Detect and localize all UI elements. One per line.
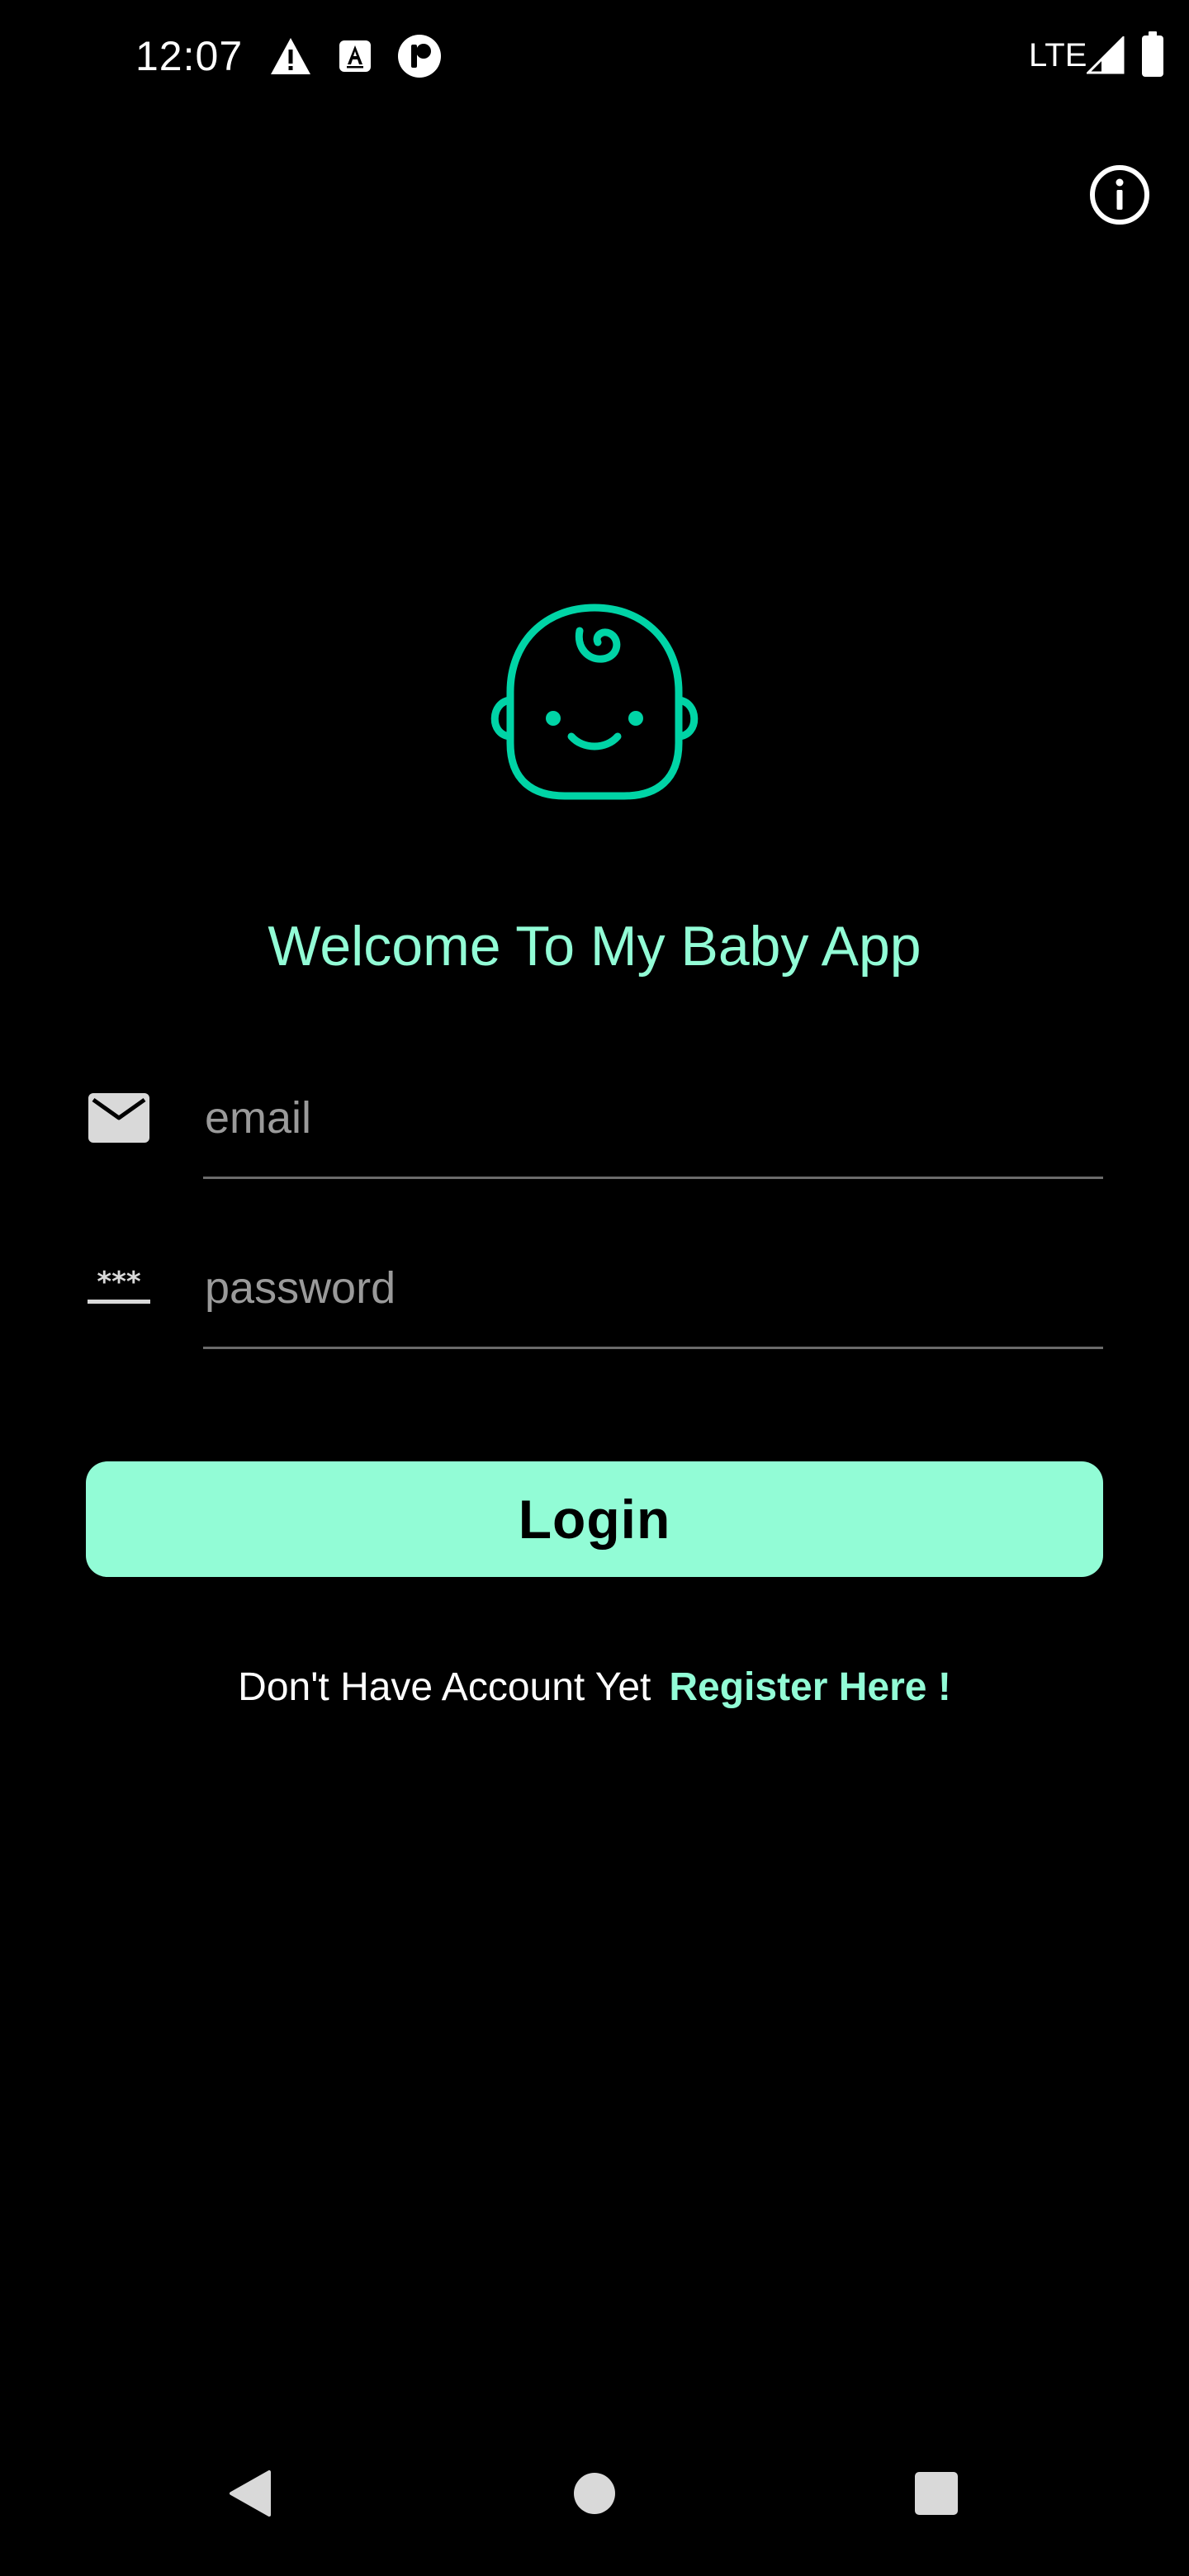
svg-text:***: *** — [97, 1270, 141, 1299]
info-button[interactable] — [1087, 162, 1153, 228]
login-button[interactable]: Login — [86, 1461, 1103, 1577]
email-input[interactable] — [203, 1065, 1103, 1179]
password-icon: *** — [86, 1255, 152, 1321]
register-line: Don't Have Account Yet Register Here ! — [0, 1661, 1189, 1714]
recents-button[interactable] — [887, 2444, 986, 2543]
warning-icon — [271, 38, 310, 74]
home-button[interactable] — [545, 2444, 644, 2543]
register-link[interactable]: Register Here ! — [669, 1665, 950, 1709]
recents-icon — [915, 2472, 958, 2515]
app-indicator-icon — [398, 35, 441, 78]
battery-icon — [1142, 31, 1163, 77]
info-icon — [1090, 165, 1149, 225]
register-prompt: Don't Have Account Yet — [238, 1665, 651, 1709]
signal-icon — [1087, 36, 1125, 74]
baby-face-icon — [490, 604, 699, 800]
back-button[interactable] — [200, 2444, 299, 2543]
status-time: 12:07 — [135, 33, 244, 79]
welcome-title: Welcome To My Baby App — [268, 915, 921, 978]
network-type: LTE — [1029, 37, 1087, 73]
password-row: *** — [86, 1235, 1103, 1351]
navigation-bar — [0, 2444, 1189, 2576]
email-row — [86, 1065, 1103, 1181]
mail-icon — [86, 1085, 152, 1151]
back-icon — [230, 2470, 271, 2517]
home-icon — [574, 2473, 615, 2514]
status-bar: 12:07 LTE — [0, 0, 1189, 112]
font-a-icon — [339, 40, 371, 72]
password-input[interactable] — [203, 1235, 1103, 1349]
